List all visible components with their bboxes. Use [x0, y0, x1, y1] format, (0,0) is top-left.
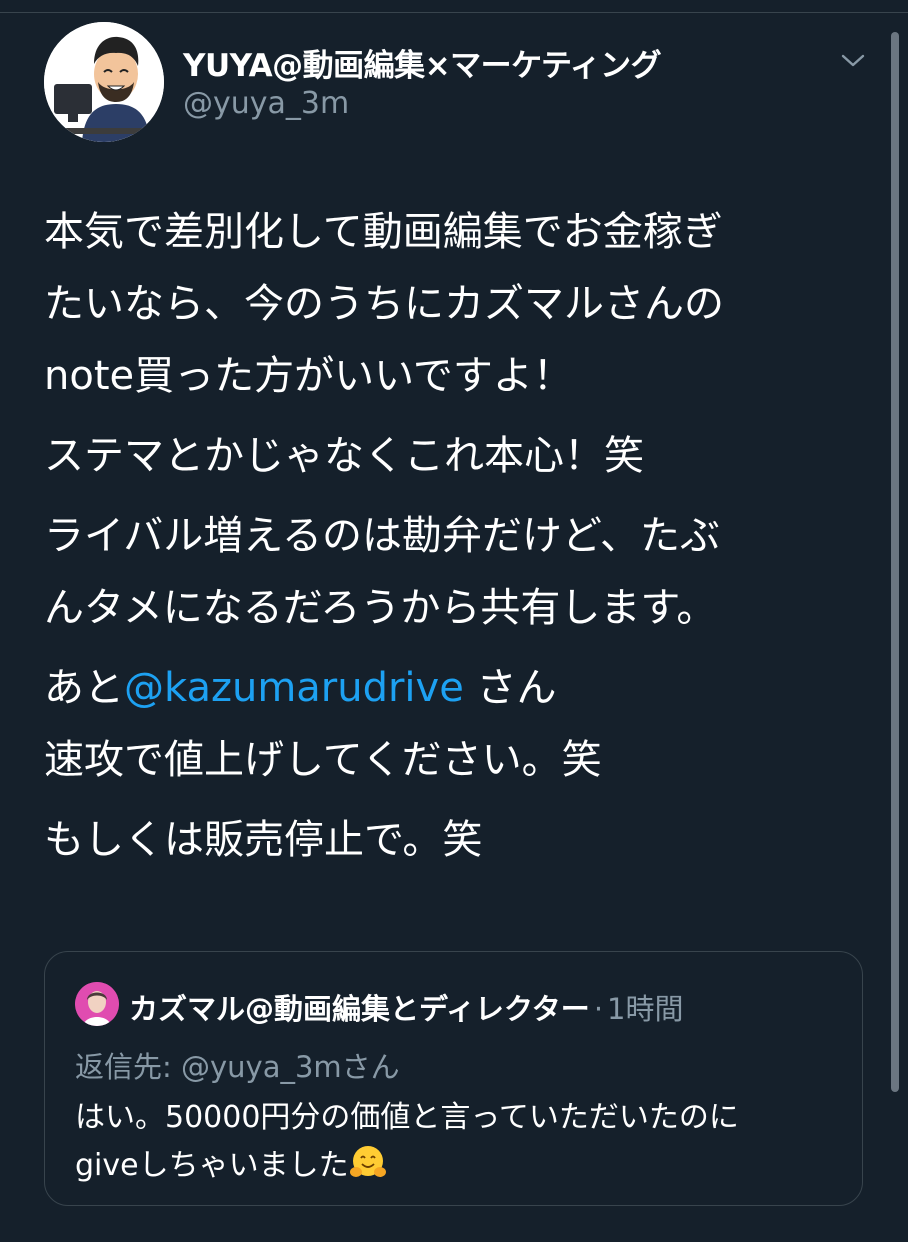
- tweet-line: note買った方がいいですよ！: [44, 353, 573, 399]
- tweet-line: 速攻で値上げしてください。笑: [44, 737, 602, 783]
- tweet-line: あと@kazumarudrive さん: [44, 652, 879, 724]
- tweet-menu-button[interactable]: [838, 48, 868, 72]
- mention-prefix: あと: [44, 665, 124, 711]
- author-avatar[interactable]: [44, 22, 164, 142]
- hugging-face-emoji-icon: [349, 1146, 386, 1177]
- author-handle[interactable]: @yuya_3m: [183, 86, 349, 121]
- author-avatar-illustration: [44, 22, 164, 142]
- reply-to-label: 返信先: @yuya_3mさん: [75, 1050, 400, 1084]
- quoted-author-avatar[interactable]: [75, 982, 119, 1026]
- scrollbar[interactable]: [891, 32, 899, 1092]
- quoted-timestamp[interactable]: 1時間: [607, 992, 683, 1026]
- quoted-header: カズマル@動画編集とディレクター · 1時間: [129, 986, 683, 1028]
- tweet-line: 本気で差別化して動画編集でお金稼ぎ: [44, 209, 723, 255]
- quoted-tweet-card[interactable]: カズマル@動画編集とディレクター · 1時間 返信先: @yuya_3mさん はい。…: [44, 951, 863, 1206]
- tweet-text: 本気で差別化して動画編集でお金稼ぎ たいなら、今のうちにカズマルさんの note…: [44, 196, 879, 876]
- mention-link[interactable]: @kazumarudrive: [124, 665, 464, 711]
- quoted-text-line2: giveしちゃいました: [75, 1148, 349, 1183]
- chevron-down-icon: [841, 54, 865, 67]
- quoted-avatar-illustration: [75, 982, 119, 1026]
- tweet-line: もしくは販売停止で。笑: [44, 817, 483, 863]
- quoted-text: はい。50000円分の価値と言っていただいたのに giveしちゃいました: [75, 1094, 739, 1190]
- separator-dot: ·: [593, 992, 604, 1026]
- quoted-author-name[interactable]: カズマル@動画編集とディレクター: [129, 992, 590, 1026]
- tweet-line: ライバル増えるのは勘弁だけど、たぶ: [44, 513, 720, 559]
- tweet-line: ステマとかじゃなくこれ本心！笑: [44, 433, 644, 479]
- tweet-line: たいなら、今のうちにカズマルさんの: [44, 281, 724, 327]
- tweet-line: んタメになるだろうから共有します。: [44, 585, 717, 631]
- quoted-text-line: はい。50000円分の価値と言っていただいたのに: [75, 1100, 739, 1135]
- mention-suffix: さん: [463, 665, 557, 711]
- author-display-name[interactable]: YUYA@動画編集×マーケティング: [183, 40, 662, 85]
- top-divider: [0, 12, 908, 13]
- quoted-text-line: giveしちゃいました: [75, 1142, 739, 1190]
